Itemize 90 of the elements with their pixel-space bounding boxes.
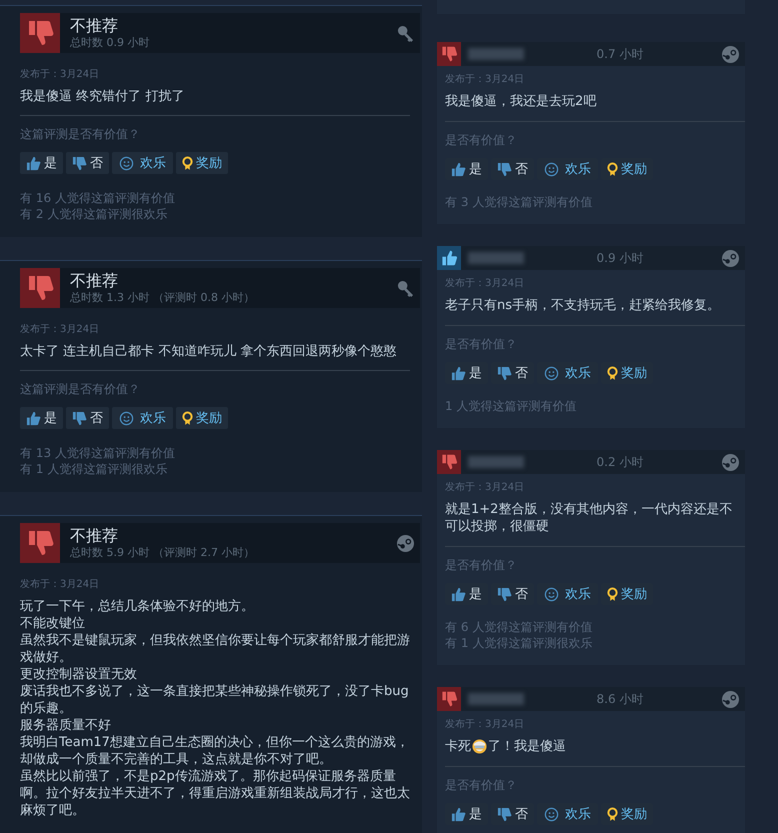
verdict-title: 不推荐 <box>70 271 119 291</box>
medal-icon <box>607 162 618 176</box>
thumbs-up-icon <box>26 156 41 170</box>
round-logo-icon <box>722 250 739 266</box>
review-text: 太卡了 连主机自己都卡 不知道咋玩儿 拿个东西回退两秒像个憨憨 <box>20 343 398 360</box>
key-icon <box>397 280 414 296</box>
verdict-title: 不推荐 <box>70 526 119 546</box>
thumbs-down-icon <box>497 366 512 380</box>
thumbs-down-icon <box>497 586 512 602</box>
posted-date: 发布于：3月24日 <box>20 68 100 81</box>
helpful-question: 是否有价值？ <box>445 557 518 574</box>
playtime-text: 8.6 小时 <box>596 690 644 708</box>
review-text: 我是傻逼 终究错付了 打扰了 <box>20 88 186 105</box>
helpful-count: 有 6 人觉得这篇评测有价值 <box>445 619 594 635</box>
smiley-icon <box>544 806 559 822</box>
playtime-text: 0.7 小时 <box>596 46 644 62</box>
posted-date: 发布于：3月24日 <box>445 481 526 494</box>
funny-button[interactable]: 欢乐 <box>112 152 173 174</box>
posted-date: 发布于：3月24日 <box>445 73 526 86</box>
medal-icon <box>182 156 193 170</box>
review-text: 更改控制器设置无效 <box>20 666 138 683</box>
yes-button[interactable]: 是 <box>20 152 63 174</box>
review-text: 老子只有ns手柄，不支持玩毛，赶紧给我修复。 <box>445 297 720 314</box>
helpful-question: 是否有价值？ <box>445 132 518 149</box>
emoji-icon <box>472 739 487 754</box>
blurred-name <box>468 252 524 264</box>
medal-icon <box>607 806 618 822</box>
round-logo-icon <box>722 46 739 62</box>
helpful-count: 有 3 人觉得这篇评测有价值 <box>445 194 594 210</box>
review-text: 我是傻逼，我还是去玩2吧 <box>445 93 596 110</box>
thumbs-down-icon <box>72 156 87 170</box>
thumbs-up-icon <box>451 366 466 380</box>
verdict-title: 不推荐 <box>70 16 119 36</box>
posted-date: 发布于：3月24日 <box>445 718 526 731</box>
playtime-text: 总时数 0.9 小时 <box>70 36 150 50</box>
review-text: 我明白Team17想建立自己生态圈的决心，但你一个这么贵的游戏，却做成一个质量不完善的工具，这点就是你不对了吧。 <box>20 734 410 768</box>
thumbs-up-icon <box>451 586 466 602</box>
round-logo-icon <box>397 534 414 552</box>
thumbs-up-icon <box>26 410 41 426</box>
round-logo-icon <box>722 690 739 708</box>
thumbs-up-icon <box>451 162 466 176</box>
award-button[interactable]: 奖励 <box>176 407 228 429</box>
posted-date: 发布于：3月24日 <box>445 277 526 290</box>
review-text: 卡死 <box>445 738 471 755</box>
helpful-count: 有 13 人觉得这篇评测有价值 <box>20 445 176 461</box>
helpful-count: 有 1 人觉得这篇评测很欢乐 <box>20 461 168 477</box>
no-button[interactable]: 否 <box>66 407 109 429</box>
review-text: 不能改键位 <box>20 615 86 632</box>
yes-button[interactable]: 是 <box>20 407 63 429</box>
helpful-question: 是否有价值？ <box>445 336 518 353</box>
posted-date: 发布于：3月24日 <box>20 578 100 591</box>
playtime-text: 总时数 5.9 小时 （评测时 2.7 小时） <box>70 546 256 560</box>
helpful-count: 有 1 人觉得这篇评测很欢乐 <box>445 635 594 651</box>
thumbs-down-icon <box>497 806 512 822</box>
blurred-name <box>468 456 524 468</box>
playtime-text: 0.9 小时 <box>596 250 644 266</box>
thumbs-up-icon <box>451 806 466 822</box>
smiley-icon <box>544 162 559 176</box>
helpful-count: 有 2 人觉得这篇评测很欢乐 <box>20 206 168 222</box>
thumbs-down-icon <box>72 410 87 426</box>
helpful-question: 这篇评测是否有价值？ <box>20 381 141 398</box>
funny-button[interactable]: 欢乐 <box>112 407 173 429</box>
review-text: 服务器质量不好 <box>20 717 112 734</box>
medal-icon <box>607 586 618 602</box>
award-button[interactable]: 奖励 <box>176 152 228 174</box>
helpful-count: 有 16 人觉得这篇评测有价值 <box>20 190 176 206</box>
review-text: 废话我也不多说了，这一条直接把某些神秘操作锁死了，没了卡bug的乐趣。 <box>20 683 410 717</box>
medal-icon <box>182 410 193 426</box>
no-button[interactable]: 否 <box>66 152 109 174</box>
review-text: 就是1+2整合版，没有其他内容，一代内容还是不可以投掷，很僵硬 <box>445 501 734 535</box>
helpful-count: 1 人觉得这篇评测有价值 <box>445 398 578 414</box>
playtime-text: 总时数 1.3 小时 （评测时 0.8 小时） <box>70 291 256 305</box>
review-text: 虽然比以前强了，不是p2p传流游戏了。那你起码保证服务器质量啊。拉个好友拉半天进不了，得重启游戏重新组装战局才行，这也太麻烦了吧。 <box>20 768 410 819</box>
smiley-icon <box>544 366 559 380</box>
smiley-icon <box>119 156 134 170</box>
blurred-name <box>468 48 524 60</box>
helpful-question: 这篇评测是否有价值？ <box>20 126 141 143</box>
medal-icon <box>607 366 618 380</box>
helpful-question: 是否有价值？ <box>445 777 518 794</box>
round-logo-icon <box>722 454 739 470</box>
blurred-name <box>468 693 524 705</box>
smiley-icon <box>544 586 559 602</box>
review-text: 了！我是傻逼 <box>488 738 566 755</box>
review-text: 玩了一下午，总结几条体验不好的地方。 <box>20 598 255 615</box>
playtime-text: 0.2 小时 <box>596 454 644 470</box>
review-text: 虽然我不是键鼠玩家，但我依然坚信你要让每个玩家都舒服才能把游戏做好。 <box>20 632 410 666</box>
thumbs-down-icon <box>497 162 512 176</box>
smiley-icon <box>119 410 134 426</box>
key-icon <box>397 24 414 42</box>
posted-date: 发布于：3月24日 <box>20 323 100 336</box>
